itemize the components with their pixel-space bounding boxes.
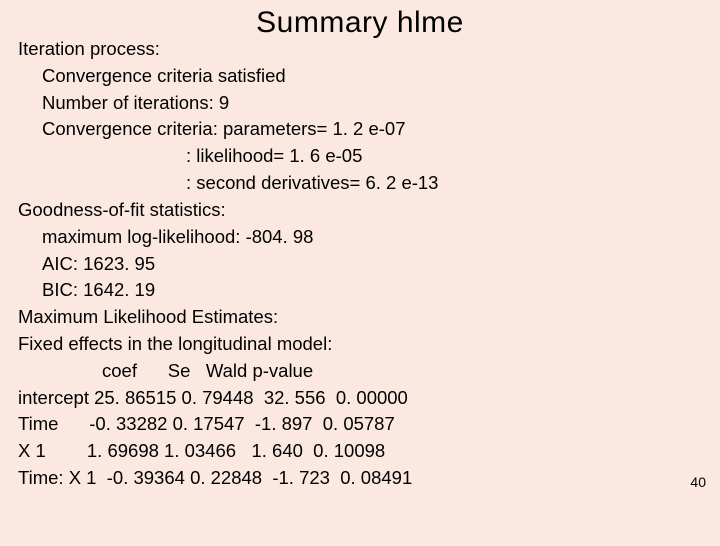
number-of-iterations: Number of iterations: 9 [18,90,710,117]
max-log-likelihood: maximum log-likelihood: -804. 98 [18,224,710,251]
criteria-second-derivatives: : second derivatives= 6. 2 e-13 [18,170,710,197]
iteration-process-label: Iteration process: [18,36,710,63]
row-time: Time -0. 33282 0. 17547 -1. 897 0. 05787 [18,411,710,438]
mle-label: Maximum Likelihood Estimates: [18,304,710,331]
criteria-likelihood: : likelihood= 1. 6 e-05 [18,143,710,170]
fixed-effects-label: Fixed effects in the longitudinal model: [18,331,710,358]
page-title: Summary hlme [0,6,720,40]
bic-value: BIC: 1642. 19 [18,277,710,304]
convergence-satisfied: Convergence criteria satisfied [18,63,710,90]
fixed-effects-header: coef Se Wald p-value [18,358,710,385]
row-timex1: Time: X 1 -0. 39364 0. 22848 -1. 723 0. … [18,465,710,492]
aic-value: AIC: 1623. 95 [18,251,710,278]
row-intercept: intercept 25. 86515 0. 79448 32. 556 0. … [18,385,710,412]
goodness-of-fit-label: Goodness-of-fit statistics: [18,197,710,224]
row-x1: X 1 1. 69698 1. 03466 1. 640 0. 10098 [18,438,710,465]
criteria-parameters: Convergence criteria: parameters= 1. 2 e… [18,116,710,143]
page-number: 40 [690,474,706,490]
summary-body: Iteration process: Convergence criteria … [0,36,720,492]
